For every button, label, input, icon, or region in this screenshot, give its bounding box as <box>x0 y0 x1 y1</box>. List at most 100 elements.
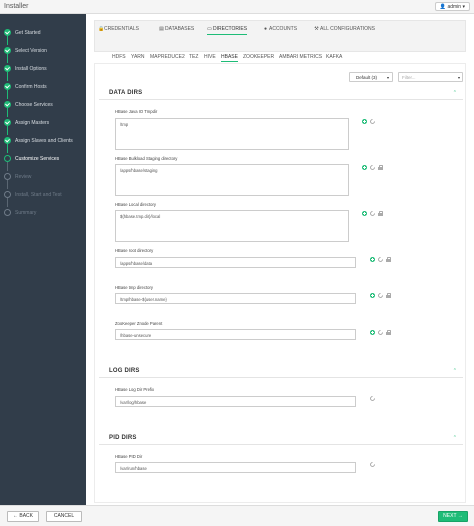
service-tab-hbase[interactable]: HBASE <box>221 53 238 62</box>
tab-accounts[interactable]: ● ACCOUNTS <box>263 24 297 35</box>
field-actions <box>368 460 378 469</box>
wizard-step-label: Customize Services <box>15 156 60 162</box>
cancel-button[interactable]: CANCEL <box>46 511 82 522</box>
section-divider <box>99 99 463 100</box>
field-label: HBase Local directory <box>115 202 156 207</box>
hbase-log-dir-prefix-field[interactable]: /var/log/hbase <box>115 396 356 407</box>
config-group-value: Default (3) <box>356 75 378 80</box>
user-icon: ● <box>263 26 268 32</box>
chevron-up-icon[interactable]: ⌃ <box>453 90 457 96</box>
wizard-step-assign-slaves: Assign Slaves and Clients <box>0 135 86 153</box>
section-title-data-dirs: DATA DIRS <box>109 90 143 96</box>
hbase-root-directory-field[interactable]: /apps/hbase/data <box>115 257 356 268</box>
service-tab-hive[interactable]: HIVE <box>204 53 216 62</box>
lock-icon[interactable] <box>378 165 383 170</box>
hbase-bulkload-staging-field[interactable]: /apps/hbase/staging <box>115 164 349 196</box>
main-content: 🔒CREDENTIALS ▤DATABASES ▭DIRECTORIES ● AC… <box>86 14 474 505</box>
wizard-step-choose-services: Choose Services <box>0 99 86 117</box>
plus-icon[interactable] <box>370 257 375 262</box>
wizard-step-label: Choose Services <box>15 102 53 108</box>
field-actions <box>370 255 394 264</box>
zookeeper-znode-parent-field[interactable]: /hbase-unsecure <box>115 329 356 340</box>
wizard-step-install-options: Install Options <box>0 63 86 81</box>
tab-label: DATABASES <box>165 26 195 32</box>
hbase-tmp-directory-field[interactable]: /tmp/hbase-${user.name} <box>115 293 356 304</box>
wizard-step-review: Review <box>0 171 86 189</box>
wrench-icon: ⚒ <box>314 26 319 32</box>
undo-icon[interactable] <box>368 117 377 126</box>
field-label: HBase Bulkload Staging directory <box>115 156 178 161</box>
wizard-step-label: Install Options <box>15 66 47 72</box>
tab-directories[interactable]: ▭DIRECTORIES <box>207 24 248 35</box>
wizard-step-select-version: Select Version <box>0 45 86 63</box>
service-tab-tez[interactable]: TEZ <box>189 53 198 62</box>
tab-credentials[interactable]: 🔒CREDENTIALS <box>98 24 139 35</box>
pending-step-icon <box>4 209 11 216</box>
database-icon: ▤ <box>159 26 164 32</box>
undo-icon[interactable] <box>368 460 377 469</box>
wizard-step-label: Get Started <box>15 30 41 36</box>
plus-icon[interactable] <box>370 330 375 335</box>
lock-icon[interactable] <box>386 293 391 298</box>
tab-label: DIRECTORIES <box>213 26 248 32</box>
tab-label: CREDENTIALS <box>104 26 140 32</box>
wizard-step-assign-masters: Assign Masters <box>0 117 86 135</box>
wizard-step-label: Assign Slaves and Clients <box>15 138 73 144</box>
undo-icon[interactable] <box>368 163 377 172</box>
tab-label: ACCOUNTS <box>269 26 298 32</box>
undo-icon[interactable] <box>376 328 385 337</box>
wizard-step-confirm-hosts: Confirm Hosts <box>0 81 86 99</box>
lock-icon[interactable] <box>386 257 391 262</box>
section-divider <box>99 377 463 378</box>
undo-icon[interactable] <box>376 255 385 264</box>
chevron-up-icon[interactable]: ⌃ <box>453 368 457 374</box>
bottom-bar: ← BACK CANCEL NEXT → <box>0 505 474 526</box>
user-menu[interactable]: 👤 admin ▾ <box>434 2 470 11</box>
plus-icon[interactable] <box>362 165 367 170</box>
service-tab-mapreduce2[interactable]: MAPREDUCE2 <box>150 53 185 62</box>
plus-icon[interactable] <box>362 211 367 216</box>
hbase-java-io-tmpdir-field[interactable]: /tmp <box>115 118 349 150</box>
field-actions <box>362 163 386 172</box>
section-title-log-dirs: LOG DIRS <box>109 368 140 374</box>
field-label: HBase root directory <box>115 248 154 253</box>
check-icon <box>4 83 11 90</box>
plus-icon[interactable] <box>362 119 367 124</box>
service-tab-ambari-metrics[interactable]: AMBARI METRICS <box>279 53 322 62</box>
config-group-select[interactable]: Default (3) ▾ <box>349 72 393 82</box>
tab-databases[interactable]: ▤DATABASES <box>159 24 194 35</box>
service-tab-kafka[interactable]: KAFKA <box>326 53 342 62</box>
hbase-pid-dir-field[interactable]: /var/run/hbase <box>115 462 356 473</box>
pending-step-icon <box>4 173 11 180</box>
lock-icon[interactable] <box>378 211 383 216</box>
wizard-step-summary: Summary <box>0 207 86 219</box>
service-tab-yarn[interactable]: YARN <box>131 53 145 62</box>
tab-all-configurations[interactable]: ⚒ALL CONFIGURATIONS <box>314 24 375 35</box>
chevron-up-icon[interactable]: ⌃ <box>453 435 457 441</box>
chevron-down-icon: ▾ <box>386 75 389 80</box>
wizard-sidebar: Get Started Select Version Install Optio… <box>0 14 86 505</box>
filter-placeholder: Filter... <box>402 75 416 80</box>
undo-icon[interactable] <box>376 291 385 300</box>
check-icon <box>4 29 11 36</box>
chevron-down-icon: ▾ <box>462 4 465 10</box>
config-panel: Default (3) ▾ Filter... ▾ DATA DIRS ⌃ HB… <box>94 63 466 503</box>
plus-icon[interactable] <box>370 293 375 298</box>
check-icon <box>4 119 11 126</box>
undo-icon[interactable] <box>368 394 377 403</box>
service-tab-zookeeper[interactable]: ZOOKEEPER <box>243 53 274 62</box>
lock-icon[interactable] <box>386 330 391 335</box>
check-icon <box>4 47 11 54</box>
hbase-local-directory-field[interactable]: ${hbase.tmp.dir}/local <box>115 210 349 242</box>
filter-input[interactable]: Filter... ▾ <box>398 72 463 82</box>
wizard-step-label: Assign Masters <box>15 120 50 126</box>
user-icon: 👤 <box>439 4 447 10</box>
undo-icon[interactable] <box>368 209 377 218</box>
field-label: HBase PID Dir <box>115 454 143 459</box>
lock-icon: 🔒 <box>98 26 105 32</box>
wizard-step-label: Summary <box>15 210 37 216</box>
back-button[interactable]: ← BACK <box>7 511 39 522</box>
next-button[interactable]: NEXT → <box>438 511 468 522</box>
service-tab-hdfs[interactable]: HDFS <box>112 53 126 62</box>
section-title-pid-dirs: PID DIRS <box>109 435 137 441</box>
